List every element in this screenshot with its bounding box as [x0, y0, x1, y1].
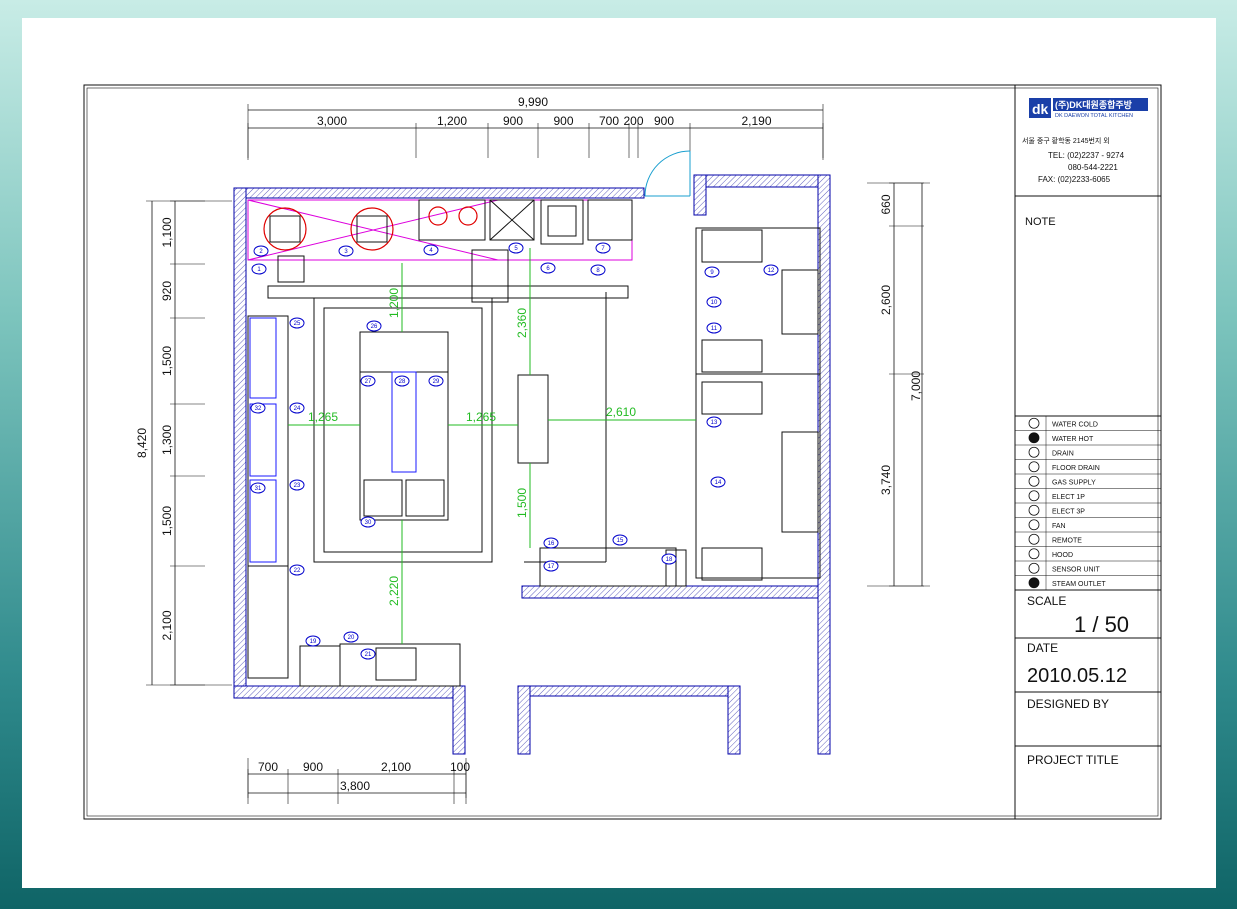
company-name: (주)DK대원종합주방	[1055, 99, 1133, 110]
sensor-unit-symbol	[1028, 562, 1040, 574]
dim-right-total: 7,000	[909, 371, 923, 401]
equipment-tag-label-19: 19	[310, 639, 317, 645]
dim-right-seg-3: 3,740	[879, 465, 893, 495]
legend-label-6: ELECT 1P	[1052, 494, 1085, 501]
dim-top-seg-8: 2,190	[741, 114, 771, 128]
scale-value: 1 / 50	[1074, 612, 1129, 637]
dim-top-total: 9,990	[518, 95, 548, 109]
equipment-tag-label-16: 16	[548, 541, 555, 547]
project-title-label: PROJECT TITLE	[1027, 753, 1119, 767]
electric-1p-symbol	[1028, 490, 1040, 502]
equipment-tag-label-31: 31	[255, 486, 262, 492]
company-fax: FAX: (02)2233-6065	[1038, 175, 1111, 184]
company-tel: TEL: (02)2237 - 9274	[1048, 151, 1125, 160]
company-name-en: DK DAEWON TOTAL KITCHEN	[1055, 113, 1133, 119]
dim-left-seg-3: 1,500	[160, 346, 174, 376]
dim-right-seg-1: 660	[879, 194, 893, 214]
dim-inner-3: 1,265	[308, 410, 338, 424]
legend-label-11: SENSOR UNIT	[1052, 567, 1101, 574]
legend-label-12: STEAM OUTLET	[1052, 581, 1106, 588]
legend: WATER COLD WATER HOT DRAIN FLOOR DRAIN GAS S…	[1015, 416, 1161, 591]
hood-symbol	[1028, 548, 1040, 560]
equipment	[247, 199, 821, 687]
water-hot-symbol	[1028, 432, 1040, 444]
steam-outlet-symbol	[1028, 577, 1040, 589]
equipment-tag-label-10: 10	[711, 300, 718, 306]
company-tel2: 080-544-2221	[1068, 163, 1118, 172]
equipment-tag-label-11: 11	[711, 326, 718, 332]
equipment-tag-label-20: 20	[348, 635, 355, 641]
dim-bottom-total: 3,800	[340, 779, 370, 793]
dim-left-seg-6: 2,100	[160, 610, 174, 640]
company-address: 서울 중구 황학동 2145번지 외	[1022, 136, 1110, 145]
dim-top-seg-1: 3,000	[317, 114, 347, 128]
dim-right-seg-2: 2,600	[879, 285, 893, 315]
dim-top-seg-4: 900	[553, 114, 573, 128]
drawing-sheet: dk (주)DK대원종합주방 DK DAEWON TOTAL KITCHEN 서…	[22, 18, 1216, 888]
kitchen-floor-plan: dk (주)DK대원종합주방 DK DAEWON TOTAL KITCHEN 서…	[83, 84, 1162, 820]
dim-inner-7: 2,220	[387, 576, 401, 606]
dim-left-seg-1: 1,100	[160, 217, 174, 247]
date-value: 2010.05.12	[1027, 665, 1127, 687]
dim-left-seg-2: 920	[160, 281, 174, 301]
dim-top-seg-3: 900	[503, 114, 523, 128]
dim-top-seg-6: 200	[623, 114, 643, 128]
equipment-tag-label-29: 29	[433, 379, 440, 385]
legend-label-7: ELECT 3P	[1052, 509, 1085, 516]
legend-label-3: DRAIN	[1052, 451, 1074, 458]
fan-symbol	[1028, 519, 1040, 531]
equipment-tag-label-24: 24	[294, 406, 301, 412]
dim-inner-6: 1,500	[515, 488, 529, 518]
dim-top-seg-5: 700	[599, 114, 619, 128]
drain-symbol	[1028, 446, 1040, 458]
equipment-tag-label-21: 21	[365, 652, 372, 658]
dim-left-seg-5: 1,500	[160, 506, 174, 536]
equipment-tag-label-17: 17	[548, 564, 555, 570]
dim-bottom-seg-4: 100	[450, 760, 470, 774]
dim-inner-1: 1,200	[387, 288, 401, 318]
electric-3p-symbol	[1028, 504, 1040, 516]
gas-supply-symbol	[1028, 475, 1040, 487]
equipment-tag-label-13: 13	[711, 420, 718, 426]
dim-inner-4: 1,265	[466, 410, 496, 424]
dim-left-total: 8,420	[135, 428, 149, 458]
dim-bottom-seg-2: 900	[303, 760, 323, 774]
date-label: DATE	[1027, 641, 1058, 655]
equipment-tag-label-23: 23	[294, 483, 301, 489]
dim-bottom-seg-1: 700	[258, 760, 278, 774]
equipment-tag-label-22: 22	[294, 568, 301, 574]
equipment-tag-label-25: 25	[294, 321, 301, 327]
legend-label-8: FAN	[1052, 523, 1066, 530]
legend-label-1: WATER COLD	[1052, 422, 1098, 429]
dim-inner-2: 2,360	[515, 308, 529, 338]
company-logo: dk (주)DK대원종합주방 DK DAEWON TOTAL KITCHEN	[1029, 98, 1148, 119]
floor-drain-symbol	[1028, 461, 1040, 473]
dim-inner-5: 2,610	[606, 405, 636, 419]
water-cold-symbol	[1028, 417, 1040, 429]
designed-by-label: DESIGNED BY	[1027, 697, 1109, 711]
svg-text:dk: dk	[1032, 101, 1049, 117]
legend-label-9: REMOTE	[1052, 538, 1082, 545]
dim-top-seg-7: 900	[654, 114, 674, 128]
dim-bottom-seg-3: 2,100	[381, 760, 411, 774]
equipment-tag-label-14: 14	[715, 480, 722, 486]
equipment-tag-label-27: 27	[365, 379, 372, 385]
dim-top-seg-2: 1,200	[437, 114, 467, 128]
title-block: dk (주)DK대원종합주방 DK DAEWON TOTAL KITCHEN 서…	[1014, 85, 1161, 819]
equipment-tag-label-28: 28	[399, 379, 406, 385]
equipment-tag-label-12: 12	[768, 268, 775, 274]
equipment-tag-label-15: 15	[617, 538, 624, 544]
legend-label-4: FLOOR DRAIN	[1052, 465, 1100, 472]
equipment-tag-label-32: 32	[255, 406, 262, 412]
note-label: NOTE	[1025, 216, 1056, 228]
equipment-tag-label-26: 26	[371, 324, 378, 330]
legend-label-5: GAS SUPPLY	[1052, 480, 1096, 487]
remote-symbol	[1028, 533, 1040, 545]
dim-left-seg-4: 1,300	[160, 425, 174, 455]
legend-label-10: HOOD	[1052, 552, 1073, 559]
equipment-tag-label-18: 18	[666, 557, 673, 563]
legend-label-2: WATER HOT	[1052, 436, 1094, 443]
scale-label: SCALE	[1027, 594, 1066, 608]
equipment-tag-label-30: 30	[365, 520, 372, 526]
